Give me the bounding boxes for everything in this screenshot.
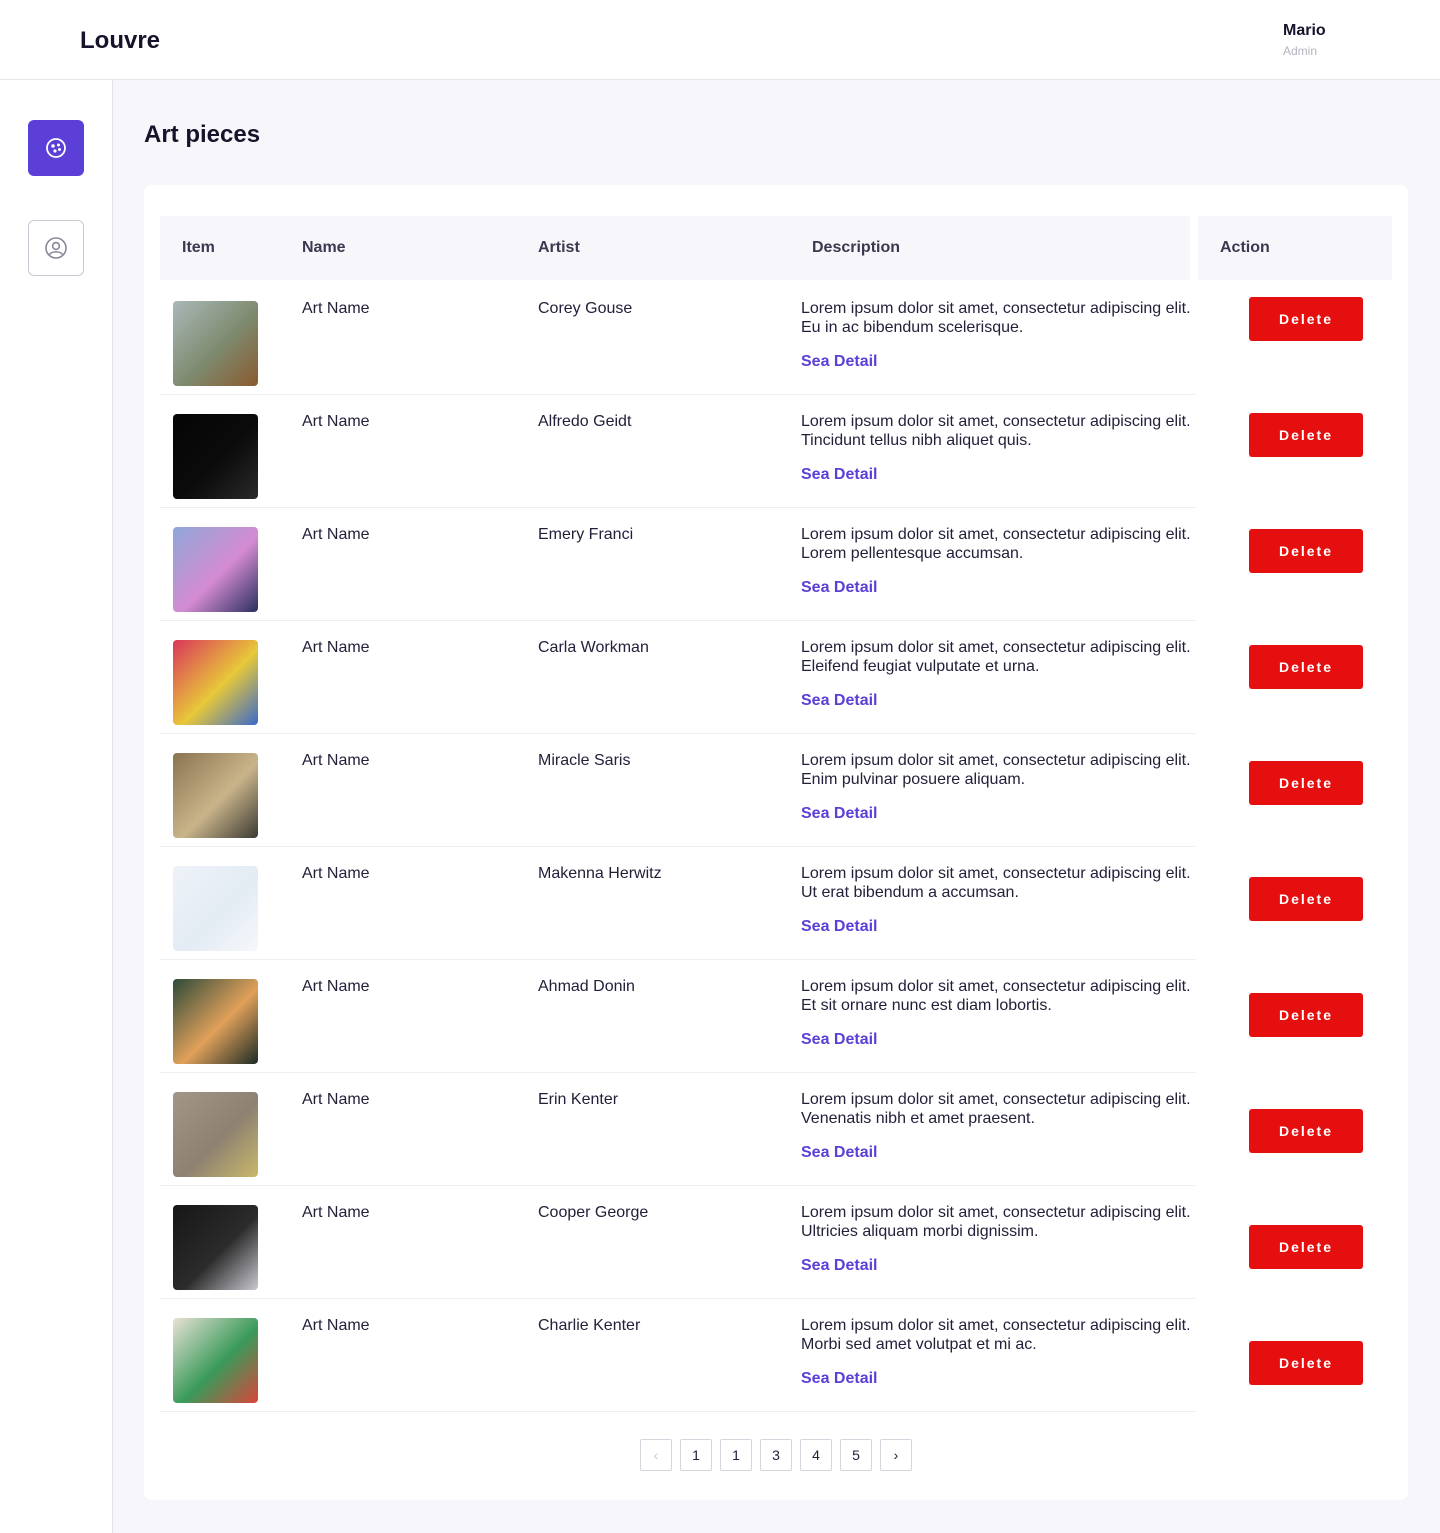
artist-name: Makenna Herwitz bbox=[538, 865, 662, 882]
column-header-item: Item bbox=[182, 239, 215, 256]
delete-button[interactable]: Delete bbox=[1249, 1341, 1363, 1385]
art-description: Lorem ipsum dolor sit amet, consectetur … bbox=[801, 1204, 1191, 1240]
artist-name: Erin Kenter bbox=[538, 1091, 619, 1108]
art-name: Art Name bbox=[302, 978, 370, 995]
table-row: Art Name Ahmad Donin Lorem ipsum dolor sit… bbox=[160, 960, 1196, 1073]
art-name: Art Name bbox=[302, 526, 370, 543]
see-detail-link[interactable]: Sea Detail bbox=[801, 692, 877, 710]
pagination-page[interactable]: 5 bbox=[840, 1439, 872, 1471]
art-thumbnail[interactable] bbox=[173, 753, 258, 838]
artist-name: Corey Gouse bbox=[538, 300, 633, 317]
table-header: Item Name Artist Description Action bbox=[160, 216, 1392, 280]
table-row: Art Name Erin Kenter Lorem ipsum dolor sit… bbox=[160, 1073, 1196, 1186]
user-profile[interactable]: Mario Admin bbox=[1283, 22, 1326, 58]
delete-button[interactable]: Delete bbox=[1249, 645, 1363, 689]
art-name: Art Name bbox=[302, 1091, 370, 1108]
art-description: Lorem ipsum dolor sit amet, consectetur … bbox=[801, 300, 1191, 336]
table-row: Art Name Alfredo Geidt Lorem ipsum dolor s… bbox=[160, 395, 1196, 508]
art-thumbnail[interactable] bbox=[173, 866, 258, 951]
art-description: Lorem ipsum dolor sit amet, consectetur … bbox=[801, 1091, 1191, 1127]
pagination-page[interactable]: 1 bbox=[680, 1439, 712, 1471]
art-thumbnail[interactable] bbox=[173, 414, 258, 499]
table-row: Art Name Corey Gouse Lorem ipsum dolor sit… bbox=[160, 282, 1196, 395]
art-thumbnail[interactable] bbox=[173, 1092, 258, 1177]
art-description: Lorem ipsum dolor sit amet, consectetur … bbox=[801, 526, 1191, 562]
see-detail-link[interactable]: Sea Detail bbox=[801, 1031, 877, 1049]
delete-button[interactable]: Delete bbox=[1249, 1109, 1363, 1153]
user-name: Mario bbox=[1283, 22, 1326, 39]
delete-button[interactable]: Delete bbox=[1249, 993, 1363, 1037]
see-detail-link[interactable]: Sea Detail bbox=[801, 1370, 877, 1388]
art-description: Lorem ipsum dolor sit amet, consectetur … bbox=[801, 639, 1191, 675]
art-name: Art Name bbox=[302, 413, 370, 430]
artist-name: Carla Workman bbox=[538, 639, 649, 656]
artist-name: Ahmad Donin bbox=[538, 978, 635, 995]
pagination-page[interactable]: 3 bbox=[760, 1439, 792, 1471]
art-thumbnail[interactable] bbox=[173, 640, 258, 725]
delete-button[interactable]: Delete bbox=[1249, 1225, 1363, 1269]
user-circle-icon bbox=[45, 237, 67, 259]
table-row: Art Name Cooper George Lorem ipsum dolor s… bbox=[160, 1186, 1196, 1299]
brand-logo[interactable]: Louvre bbox=[80, 27, 160, 55]
delete-button[interactable]: Delete bbox=[1249, 761, 1363, 805]
art-table-card: Item Name Artist Description Action Art … bbox=[144, 185, 1408, 1500]
see-detail-link[interactable]: Sea Detail bbox=[801, 1144, 877, 1162]
table-row: Art Name Miracle Saris Lorem ipsum dolor s… bbox=[160, 734, 1196, 847]
sidebar-item-art[interactable] bbox=[28, 120, 84, 176]
artist-name: Alfredo Geidt bbox=[538, 413, 632, 430]
see-detail-link[interactable]: Sea Detail bbox=[801, 466, 877, 484]
delete-button[interactable]: Delete bbox=[1249, 413, 1363, 457]
pagination-prev-button[interactable]: ‹ bbox=[640, 1439, 672, 1471]
column-header-action: Action bbox=[1220, 239, 1270, 256]
delete-button[interactable]: Delete bbox=[1249, 297, 1363, 341]
art-description: Lorem ipsum dolor sit amet, consectetur … bbox=[801, 413, 1191, 449]
sidebar-item-users[interactable] bbox=[28, 220, 84, 276]
art-name: Art Name bbox=[302, 1204, 370, 1221]
see-detail-link[interactable]: Sea Detail bbox=[801, 805, 877, 823]
art-name: Art Name bbox=[302, 752, 370, 769]
art-name: Art Name bbox=[302, 639, 370, 656]
art-thumbnail[interactable] bbox=[173, 1205, 258, 1290]
pagination-page[interactable]: 4 bbox=[800, 1439, 832, 1471]
column-header-description: Description bbox=[812, 239, 901, 256]
palette-icon bbox=[46, 138, 66, 158]
delete-button[interactable]: Delete bbox=[1249, 877, 1363, 921]
art-description: Lorem ipsum dolor sit amet, consectetur … bbox=[801, 752, 1191, 788]
column-header-name: Name bbox=[302, 239, 346, 256]
table-row: Art Name Makenna Herwitz Lorem ipsum dolor… bbox=[160, 847, 1196, 960]
delete-button[interactable]: Delete bbox=[1249, 529, 1363, 573]
artist-name: Miracle Saris bbox=[538, 752, 631, 769]
pagination-next-button[interactable]: › bbox=[880, 1439, 912, 1471]
art-name: Art Name bbox=[302, 300, 370, 317]
art-thumbnail[interactable] bbox=[173, 979, 258, 1064]
art-description: Lorem ipsum dolor sit amet, consectetur … bbox=[801, 978, 1191, 1014]
art-name: Art Name bbox=[302, 865, 370, 882]
artist-name: Cooper George bbox=[538, 1204, 649, 1221]
art-name: Art Name bbox=[302, 1317, 370, 1334]
page-title: Art pieces bbox=[144, 121, 261, 148]
column-header-artist: Artist bbox=[538, 239, 580, 256]
table-row: Art Name Emery Franci Lorem ipsum dolor si… bbox=[160, 508, 1196, 621]
see-detail-link[interactable]: Sea Detail bbox=[801, 579, 877, 597]
art-thumbnail[interactable] bbox=[173, 301, 258, 386]
see-detail-link[interactable]: Sea Detail bbox=[801, 353, 877, 371]
art-description: Lorem ipsum dolor sit amet, consectetur … bbox=[801, 1317, 1191, 1353]
sidebar bbox=[0, 80, 113, 1533]
pagination-page[interactable]: 1 bbox=[720, 1439, 752, 1471]
table-row: Art Name Charlie Kenter Lorem ipsum dolor … bbox=[160, 1299, 1196, 1412]
artist-name: Charlie Kenter bbox=[538, 1317, 641, 1334]
see-detail-link[interactable]: Sea Detail bbox=[801, 1257, 877, 1275]
artist-name: Emery Franci bbox=[538, 526, 634, 543]
table-row: Art Name Carla Workman Lorem ipsum dolor s… bbox=[160, 621, 1196, 734]
art-description: Lorem ipsum dolor sit amet, consectetur … bbox=[801, 865, 1191, 901]
art-thumbnail[interactable] bbox=[173, 527, 258, 612]
top-bar: Louvre Mario Admin bbox=[0, 0, 1440, 80]
user-role: Admin bbox=[1283, 44, 1318, 58]
art-thumbnail[interactable] bbox=[173, 1318, 258, 1403]
see-detail-link[interactable]: Sea Detail bbox=[801, 918, 877, 936]
